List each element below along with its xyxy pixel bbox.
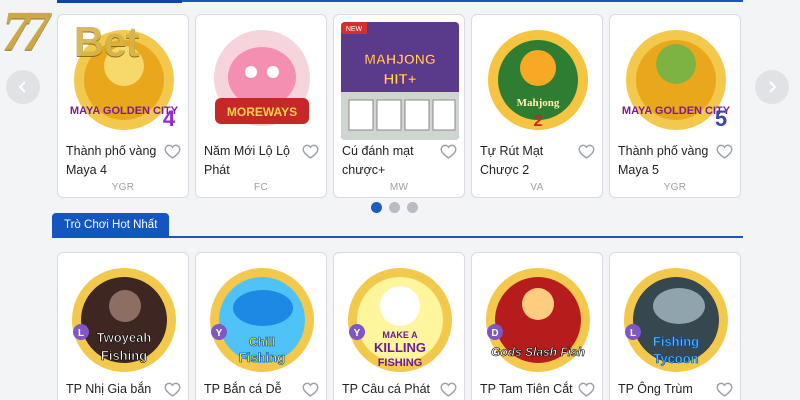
game-title: TP Ông Trùm bắn cá [618, 382, 693, 396]
svg-text:Fishing: Fishing [101, 348, 147, 363]
pagination-dot-1[interactable] [371, 202, 382, 213]
svg-text:Y: Y [354, 328, 361, 339]
svg-text:Tycoon: Tycoon [653, 351, 698, 366]
carousel-pagination [371, 202, 418, 213]
heart-icon[interactable] [164, 381, 181, 398]
heart-icon[interactable] [440, 381, 457, 398]
brand-logo: 77 Bet [0, 0, 200, 80]
svg-text:Twoyeah: Twoyeah [97, 330, 152, 345]
game-card[interactable]: Y Chill Fishing TP Bắn cá Dễ Dàng [195, 252, 327, 400]
game-art: MOREWAYS [203, 22, 321, 140]
svg-text:2: 2 [534, 113, 543, 130]
provider-label: YGR [111, 182, 135, 193]
game-art: Mahjong 2 [479, 22, 597, 140]
pagination-dot-2[interactable] [389, 202, 400, 213]
game-thumbnail[interactable]: MAYA GOLDEN CITY 5 [617, 22, 735, 140]
game-thumbnail[interactable]: MOREWAYS [203, 22, 321, 140]
svg-text:NEW: NEW [346, 26, 363, 33]
svg-text:MAHJONG: MAHJONG [364, 51, 436, 67]
provider-label: YGR [663, 182, 687, 193]
game-thumbnail[interactable]: MAHJONG HIT+ NEW [341, 22, 459, 140]
game-title: Thành phố vàng Maya 4 [66, 144, 157, 177]
game-card[interactable]: MOREWAYS Năm Mới Lộ Lộ Phát FC [195, 14, 327, 198]
game-card[interactable]: Mahjong 2 Tự Rút Mạt Chược 2 VA [471, 14, 603, 198]
svg-text:FISHING: FISHING [378, 357, 423, 369]
game-art: D Gods Slash Fish [479, 260, 597, 378]
game-thumbnail[interactable]: Y MAKE A KILLING FISHING [341, 260, 459, 378]
game-title: TP Bắn cá Dễ Dàng [204, 382, 282, 396]
game-title: TP Câu cá Phát Tài [342, 382, 431, 396]
game-art: MAHJONG HIT+ NEW [341, 22, 459, 140]
svg-text:HIT+: HIT+ [384, 71, 417, 88]
svg-text:Chill: Chill [249, 335, 275, 349]
game-title: TP Tam Tiên Cắt Cá [480, 382, 573, 396]
game-card[interactable]: MAYA GOLDEN CITY 5 Thành phố vàng Maya 5… [609, 14, 741, 198]
svg-text:4: 4 [163, 106, 176, 131]
game-thumbnail[interactable]: L Fishing Tycoon [617, 260, 735, 378]
svg-text:L: L [78, 328, 84, 339]
game-thumbnail[interactable]: D Gods Slash Fish [479, 260, 597, 378]
svg-text:KILLING: KILLING [374, 340, 426, 355]
logo-bet: Bet [74, 18, 140, 65]
pagination-dot-3[interactable] [407, 202, 418, 213]
game-art: Y Chill Fishing [203, 260, 321, 378]
heart-icon[interactable] [302, 143, 319, 160]
svg-text:Fishing: Fishing [653, 334, 699, 349]
svg-text:Fishing: Fishing [239, 350, 285, 365]
heart-icon[interactable] [716, 143, 733, 160]
provider-label: MW [389, 182, 409, 193]
game-card[interactable]: L Fishing Tycoon TP Ông Trùm bắn cá [609, 252, 741, 400]
heart-icon[interactable] [716, 381, 733, 398]
game-art: Y MAKE A KILLING FISHING [341, 260, 459, 378]
logo-seven: 77 [2, 1, 50, 63]
svg-text:MOREWAYS: MOREWAYS [227, 105, 297, 119]
heart-icon[interactable] [164, 143, 181, 160]
game-card[interactable]: MAHJONG HIT+ NEW Cú đánh mạt chược+ MW [333, 14, 465, 198]
game-card[interactable]: L Twoyeah Fishing TP Nhị Gia bắn cá [57, 252, 189, 400]
heart-icon[interactable] [578, 143, 595, 160]
game-thumbnail[interactable]: L Twoyeah Fishing [65, 260, 183, 378]
game-title: Thành phố vàng Maya 5 [618, 144, 709, 177]
svg-text:D: D [491, 328, 498, 339]
provider-label: FC [254, 182, 268, 193]
svg-text:MAKE A: MAKE A [382, 330, 418, 340]
carousel-next-button[interactable] [755, 70, 789, 104]
game-title: Tự Rút Mạt Chược 2 [480, 144, 544, 177]
heart-icon[interactable] [578, 381, 595, 398]
svg-text:L: L [630, 328, 636, 339]
game-card[interactable]: Y MAKE A KILLING FISHING TP Câu cá Phát … [333, 252, 465, 400]
game-title: Cú đánh mạt chược+ [342, 144, 414, 177]
game-card[interactable]: D Gods Slash Fish TP Tam Tiên Cắt Cá [471, 252, 603, 400]
provider-label: VA [530, 182, 544, 193]
game-art: L Twoyeah Fishing [65, 260, 183, 378]
svg-text:Gods Slash Fish: Gods Slash Fish [491, 345, 585, 359]
heart-icon[interactable] [302, 381, 319, 398]
chevron-right-icon [769, 81, 777, 93]
game-thumbnail[interactable]: Mahjong 2 [479, 22, 597, 140]
game-thumbnail[interactable]: Y Chill Fishing [203, 260, 321, 378]
game-art: L Fishing Tycoon [617, 260, 735, 378]
game-title: TP Nhị Gia bắn cá [66, 382, 152, 396]
svg-text:Y: Y [216, 328, 223, 339]
heart-icon[interactable] [440, 143, 457, 160]
chevron-left-icon [18, 81, 26, 93]
hot-section-tab[interactable]: Trò Chơi Hot Nhất [52, 213, 170, 238]
game-title: Năm Mới Lộ Lộ Phát [204, 144, 291, 177]
game-art: MAYA GOLDEN CITY 5 [617, 22, 735, 140]
svg-text:Mahjong: Mahjong [517, 97, 560, 109]
svg-text:5: 5 [715, 106, 727, 131]
